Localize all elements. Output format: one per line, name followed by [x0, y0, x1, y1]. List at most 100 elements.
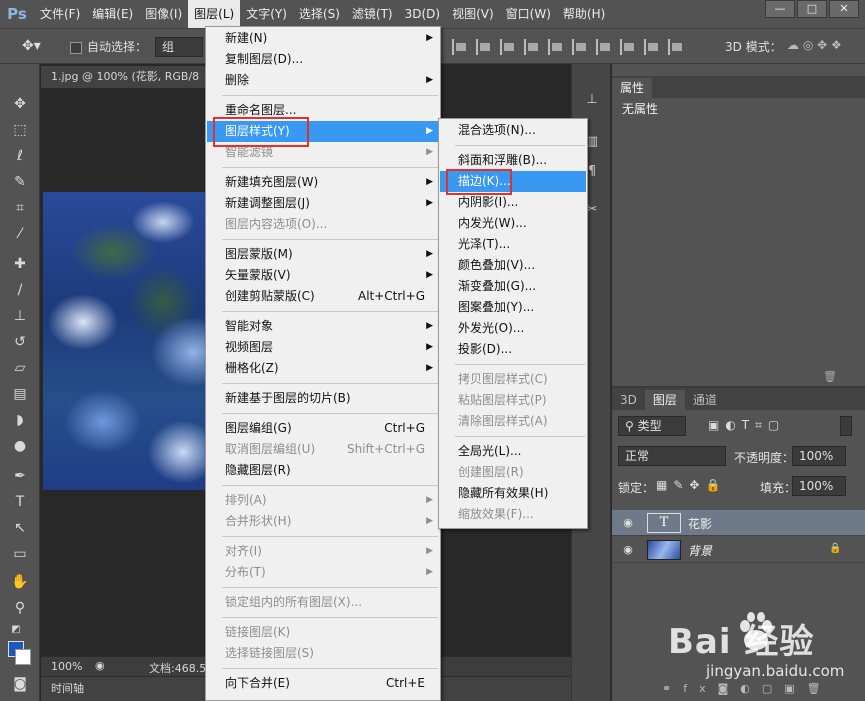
auto-select-checkbox[interactable]: 自动选择： — [70, 38, 147, 55]
marquee-tool-icon[interactable]: ⬚ — [10, 120, 30, 140]
menu-select[interactable]: 选择(S) — [293, 0, 346, 28]
menu-layer[interactable]: 图层(L) — [188, 0, 241, 28]
layer-filter-dropdown[interactable]: ⚲ 类型 — [618, 416, 686, 436]
path-select-tool-icon[interactable]: ↖ — [10, 518, 30, 538]
pen-tool-icon[interactable]: ✒ — [10, 466, 30, 486]
move-tool-icon[interactable]: ✥ — [10, 94, 30, 114]
menu-filter[interactable]: 滤镜(T) — [346, 0, 399, 28]
history-brush-tool-icon[interactable]: ↺ — [10, 332, 30, 352]
menu-item[interactable]: 投影(D)... — [440, 339, 586, 360]
menu-item[interactable]: 删除 ▶ — [207, 70, 439, 91]
menu-item[interactable]: 外发光(O)... — [440, 318, 586, 339]
visibility-eye-icon[interactable]: ◉ — [621, 516, 635, 530]
tab-layers[interactable]: 图层 — [644, 390, 685, 410]
shape-tool-icon[interactable]: ▭ — [10, 544, 30, 564]
visibility-eye-icon[interactable]: ◉ — [621, 543, 635, 557]
distribute-right-icon[interactable] — [644, 39, 660, 55]
menu-item[interactable]: 图案叠加(Y)... — [440, 297, 586, 318]
menu-item[interactable]: 新建(N) ▶ — [207, 28, 439, 49]
menu-item[interactable]: 斜面和浮雕(B)... — [440, 150, 586, 171]
lock-icons[interactable]: ▦✎✥🔒 — [656, 478, 726, 492]
layer-filter-icons[interactable]: ▣◐T⌗▢ — [708, 418, 785, 433]
tab-properties[interactable]: 属性 — [612, 78, 653, 98]
fill-input[interactable]: 100% — [792, 476, 846, 496]
menu-item[interactable]: 内阴影(I)... — [440, 192, 586, 213]
move-tool-icon[interactable]: ✥▾ — [22, 38, 41, 54]
align-top-icon[interactable] — [452, 39, 468, 55]
auto-select-dropdown[interactable]: 组 — [155, 37, 203, 57]
menu-help[interactable]: 帮助(H) — [557, 0, 611, 28]
menu-item[interactable]: 重命名图层... — [207, 100, 439, 121]
zoom-tool-icon[interactable]: ⚲ — [10, 598, 30, 618]
history-panel-icon[interactable]: ⊥ — [584, 92, 600, 108]
menu-file[interactable]: 文件(F) — [34, 0, 86, 28]
menu-item[interactable]: 向下合并(E) Ctrl+E — [207, 673, 439, 694]
menu-edit[interactable]: 编辑(E) — [86, 0, 139, 28]
distribute-center-icon[interactable] — [620, 39, 636, 55]
document-info[interactable]: 文档:468.5 — [149, 660, 206, 676]
menu-item[interactable]: 栅格化(Z) ▶ — [207, 358, 439, 379]
menu-item[interactable]: 描边(K)... — [440, 171, 586, 192]
distribute-bottom-icon[interactable] — [572, 39, 588, 55]
align-bottom-icon[interactable] — [500, 39, 516, 55]
filter-toggle[interactable] — [840, 416, 852, 436]
menu-item[interactable]: 新建填充图层(W) ▶ — [207, 172, 439, 193]
stamp-tool-icon[interactable]: ⊥ — [10, 306, 30, 326]
opacity-input[interactable]: 100% — [792, 446, 846, 466]
menu-item[interactable]: 视频图层 ▶ — [207, 337, 439, 358]
default-colors-icon[interactable]: ◩ ⇄ — [6, 620, 26, 655]
lasso-tool-icon[interactable]: ℓ — [10, 146, 30, 166]
layer-row-background[interactable]: ◉ 背景 🔒 — [612, 537, 865, 563]
blend-mode-dropdown[interactable]: 正常 — [618, 446, 726, 466]
dodge-tool-icon[interactable]: ● — [10, 436, 30, 456]
menu-item[interactable]: 创建剪贴蒙版(C) Alt+Ctrl+G — [207, 286, 439, 307]
distribute-left-icon[interactable] — [596, 39, 612, 55]
menu-item[interactable]: 图层蒙版(M) ▶ — [207, 244, 439, 265]
background-color-swatch[interactable] — [15, 649, 31, 665]
menu-3d[interactable]: 3D(D) — [399, 0, 446, 28]
menu-type[interactable]: 文字(Y) — [240, 0, 293, 28]
menu-item[interactable]: 新建基于图层的切片(B) — [207, 388, 439, 409]
menu-item[interactable]: 矢量蒙版(V) ▶ — [207, 265, 439, 286]
layer-row-text[interactable]: ◉ T 花影 — [612, 510, 865, 536]
menu-item[interactable]: 内发光(W)... — [440, 213, 586, 234]
eraser-tool-icon[interactable]: ▱ — [10, 358, 30, 378]
canvas-photo[interactable] — [43, 192, 211, 490]
menu-item[interactable]: 图层编组(G) Ctrl+G — [207, 418, 439, 439]
gradient-tool-icon[interactable]: ▤ — [10, 384, 30, 404]
menu-item[interactable]: 全局光(L)... — [440, 441, 586, 462]
tab-channels[interactable]: 通道 — [685, 390, 725, 410]
menu-window[interactable]: 窗口(W) — [500, 0, 557, 28]
menu-item[interactable]: 隐藏所有效果(H) — [440, 483, 586, 504]
menu-item[interactable]: 复制图层(D)... — [207, 49, 439, 70]
menu-item[interactable]: 隐藏图层(R) — [207, 460, 439, 481]
menu-image[interactable]: 图像(I) — [139, 0, 188, 28]
auto-align-icon[interactable] — [668, 39, 684, 55]
hand-tool-icon[interactable]: ✋ — [10, 572, 30, 592]
menu-item[interactable]: 混合选项(N)... — [440, 120, 586, 141]
3d-tools-icons[interactable]: ☁ ◎ ✥ ❖ — [787, 38, 842, 52]
brush-tool-icon[interactable]: ∕ — [10, 280, 30, 300]
menu-item[interactable]: 新建调整图层(J) ▶ — [207, 193, 439, 214]
menu-item[interactable]: 光泽(T)... — [440, 234, 586, 255]
minimize-button[interactable]: — — [765, 0, 795, 18]
quick-select-tool-icon[interactable]: ✎ — [10, 172, 30, 192]
type-tool-icon[interactable]: T — [10, 492, 30, 512]
distribute-middle-icon[interactable] — [548, 39, 564, 55]
distribute-top-icon[interactable] — [524, 39, 540, 55]
menu-view[interactable]: 视图(V) — [446, 0, 500, 28]
menu-item[interactable]: 图层样式(Y) ▶ — [207, 121, 439, 142]
eyedropper-tool-icon[interactable]: ⁄ — [10, 224, 30, 244]
crop-tool-icon[interactable]: ⌗ — [10, 198, 30, 218]
status-arrow-icon[interactable]: ◉ — [95, 659, 105, 672]
close-button[interactable]: ✕ — [829, 0, 859, 18]
menu-item[interactable]: 渐变叠加(G)... — [440, 276, 586, 297]
blur-tool-icon[interactable]: ◗ — [10, 410, 30, 430]
trash-icon[interactable]: 🗑 — [823, 370, 837, 383]
align-middle-icon[interactable] — [476, 39, 492, 55]
healing-brush-tool-icon[interactable]: ✚ — [10, 254, 30, 274]
maximize-button[interactable]: □ — [797, 0, 827, 18]
zoom-level[interactable]: 100% — [51, 660, 82, 673]
tab-3d[interactable]: 3D — [612, 390, 645, 410]
menu-item[interactable]: 颜色叠加(V)... — [440, 255, 586, 276]
